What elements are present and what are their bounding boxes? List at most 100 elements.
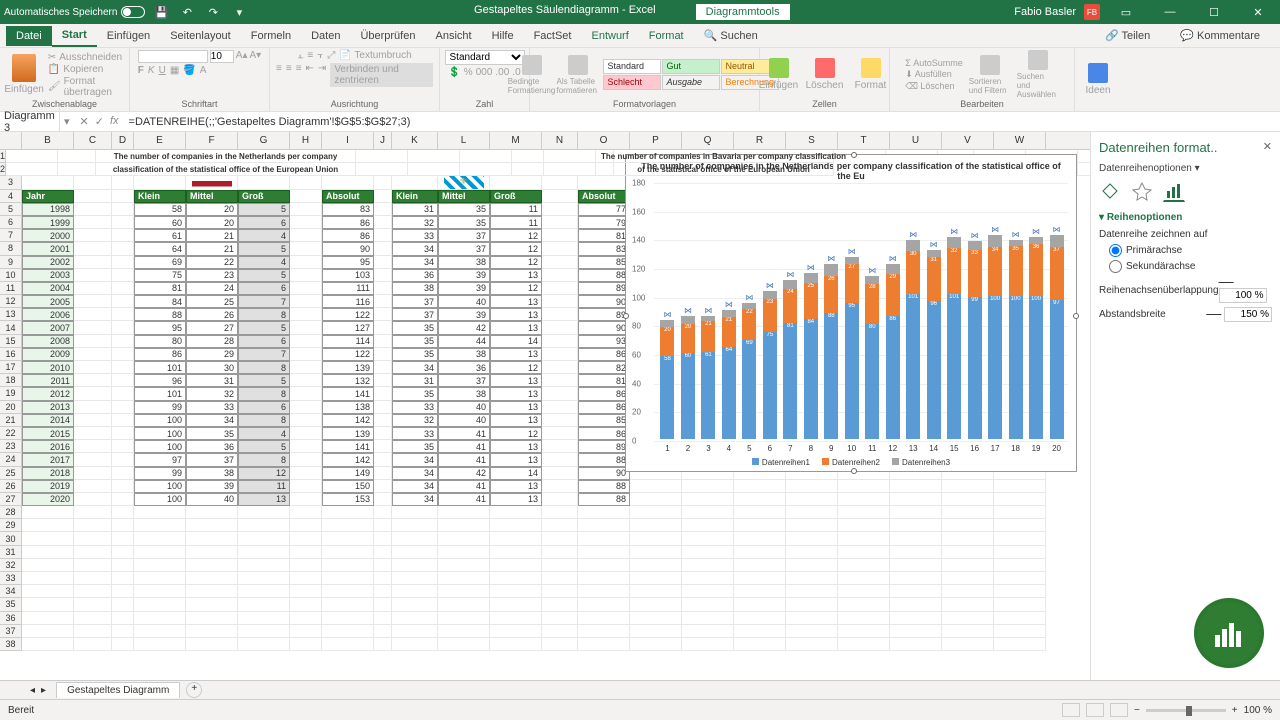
row-header[interactable]: 19 — [0, 387, 22, 400]
cell[interactable] — [374, 269, 392, 282]
cell[interactable] — [630, 638, 682, 651]
tab-help[interactable]: Hilfe — [482, 26, 524, 46]
cell[interactable]: 34 — [392, 453, 438, 466]
cell[interactable] — [112, 282, 134, 295]
cell[interactable] — [682, 585, 734, 598]
cell[interactable] — [374, 598, 392, 611]
sheet-tab-active[interactable]: Gestapeltes Diagramm — [56, 682, 180, 698]
cell[interactable]: 114 — [322, 335, 374, 348]
cell[interactable]: 86 — [578, 427, 630, 440]
cell[interactable] — [112, 532, 134, 545]
cell[interactable] — [542, 269, 578, 282]
cell[interactable] — [542, 401, 578, 414]
cell[interactable] — [542, 440, 578, 453]
cell[interactable] — [112, 256, 134, 269]
cell[interactable] — [438, 638, 490, 651]
cell[interactable] — [786, 625, 838, 638]
cell[interactable] — [374, 506, 392, 519]
row-header[interactable]: 38 — [0, 638, 22, 651]
cell[interactable]: 122 — [322, 348, 374, 361]
cell[interactable]: 100 — [134, 414, 186, 427]
cell[interactable] — [374, 295, 392, 308]
cell[interactable] — [438, 585, 490, 598]
zoom-level[interactable]: 100 % — [1244, 705, 1272, 716]
cell[interactable]: 44 — [438, 335, 490, 348]
cell[interactable]: 21 — [186, 242, 238, 255]
find-select-button[interactable]: Suchen und Auswählen — [1017, 50, 1059, 99]
cell[interactable] — [630, 480, 682, 493]
col-header[interactable]: P — [630, 132, 682, 149]
cell[interactable] — [578, 612, 630, 625]
col-header[interactable]: N — [542, 132, 578, 149]
cell[interactable] — [74, 625, 112, 638]
row-header[interactable]: 36 — [0, 612, 22, 625]
cell[interactable] — [22, 519, 74, 532]
underline-button[interactable]: U — [159, 65, 166, 76]
cell[interactable] — [74, 269, 112, 282]
row-header[interactable]: 17 — [0, 361, 22, 374]
cell[interactable]: 85 — [578, 414, 630, 427]
cell[interactable]: 64 — [134, 242, 186, 255]
cell[interactable] — [134, 612, 186, 625]
cell[interactable]: 2005 — [22, 295, 74, 308]
cell[interactable] — [682, 480, 734, 493]
cell[interactable]: Klein — [134, 190, 186, 203]
cell[interactable]: 8 — [238, 387, 290, 400]
cell[interactable] — [374, 190, 392, 203]
cell[interactable] — [74, 242, 112, 255]
cell[interactable] — [490, 559, 542, 572]
cell[interactable]: 37 — [186, 453, 238, 466]
cell[interactable] — [134, 585, 186, 598]
cell[interactable] — [374, 532, 392, 545]
cell[interactable] — [490, 506, 542, 519]
cell[interactable]: 37 — [438, 374, 490, 387]
cell[interactable]: 2017 — [22, 453, 74, 466]
cell[interactable] — [542, 467, 578, 480]
cell[interactable] — [290, 572, 322, 585]
cell[interactable]: 86 — [322, 229, 374, 242]
undo-icon[interactable]: ↶ — [177, 2, 197, 22]
cell[interactable] — [734, 480, 786, 493]
cell[interactable] — [374, 559, 392, 572]
cell[interactable]: 37 — [392, 308, 438, 321]
cell[interactable] — [322, 585, 374, 598]
cell[interactable]: 24 — [186, 282, 238, 295]
row-header[interactable]: 11 — [0, 282, 22, 295]
cell[interactable] — [112, 374, 134, 387]
cell[interactable]: 7 — [238, 348, 290, 361]
cell[interactable] — [578, 585, 630, 598]
orient-icon[interactable]: ⤢ — [327, 50, 335, 61]
cell[interactable] — [290, 401, 322, 414]
cell[interactable] — [112, 612, 134, 625]
cell[interactable] — [290, 493, 322, 506]
col-header[interactable]: G — [238, 132, 290, 149]
cell[interactable] — [1078, 150, 1090, 163]
cell[interactable]: 33 — [186, 401, 238, 414]
cell[interactable]: 1999 — [22, 216, 74, 229]
sheet-nav-next[interactable]: ▸ — [41, 685, 46, 696]
cell[interactable] — [290, 387, 322, 400]
search-button[interactable]: 🔍 Suchen — [694, 25, 768, 46]
cell[interactable] — [374, 493, 392, 506]
cell[interactable]: 6 — [238, 401, 290, 414]
cell[interactable]: Absolut — [578, 190, 630, 203]
cell[interactable]: 12 — [238, 467, 290, 480]
cell[interactable] — [186, 519, 238, 532]
cell[interactable] — [74, 229, 112, 242]
cell[interactable] — [238, 638, 290, 651]
cell[interactable] — [112, 308, 134, 321]
cell[interactable] — [322, 532, 374, 545]
cell[interactable] — [356, 163, 408, 176]
cell[interactable] — [542, 414, 578, 427]
cell[interactable]: 2009 — [22, 348, 74, 361]
cell[interactable] — [392, 572, 438, 585]
cell[interactable]: 95 — [322, 256, 374, 269]
cell[interactable]: 77 — [578, 203, 630, 216]
cell[interactable]: 58 — [134, 203, 186, 216]
cell[interactable]: 13 — [490, 414, 542, 427]
cell[interactable] — [392, 559, 438, 572]
cell[interactable]: 122 — [322, 308, 374, 321]
cut-button[interactable]: ✂ Ausschneiden — [48, 52, 125, 63]
cell[interactable] — [942, 638, 994, 651]
style-ausgabe[interactable]: Ausgabe — [662, 75, 720, 90]
